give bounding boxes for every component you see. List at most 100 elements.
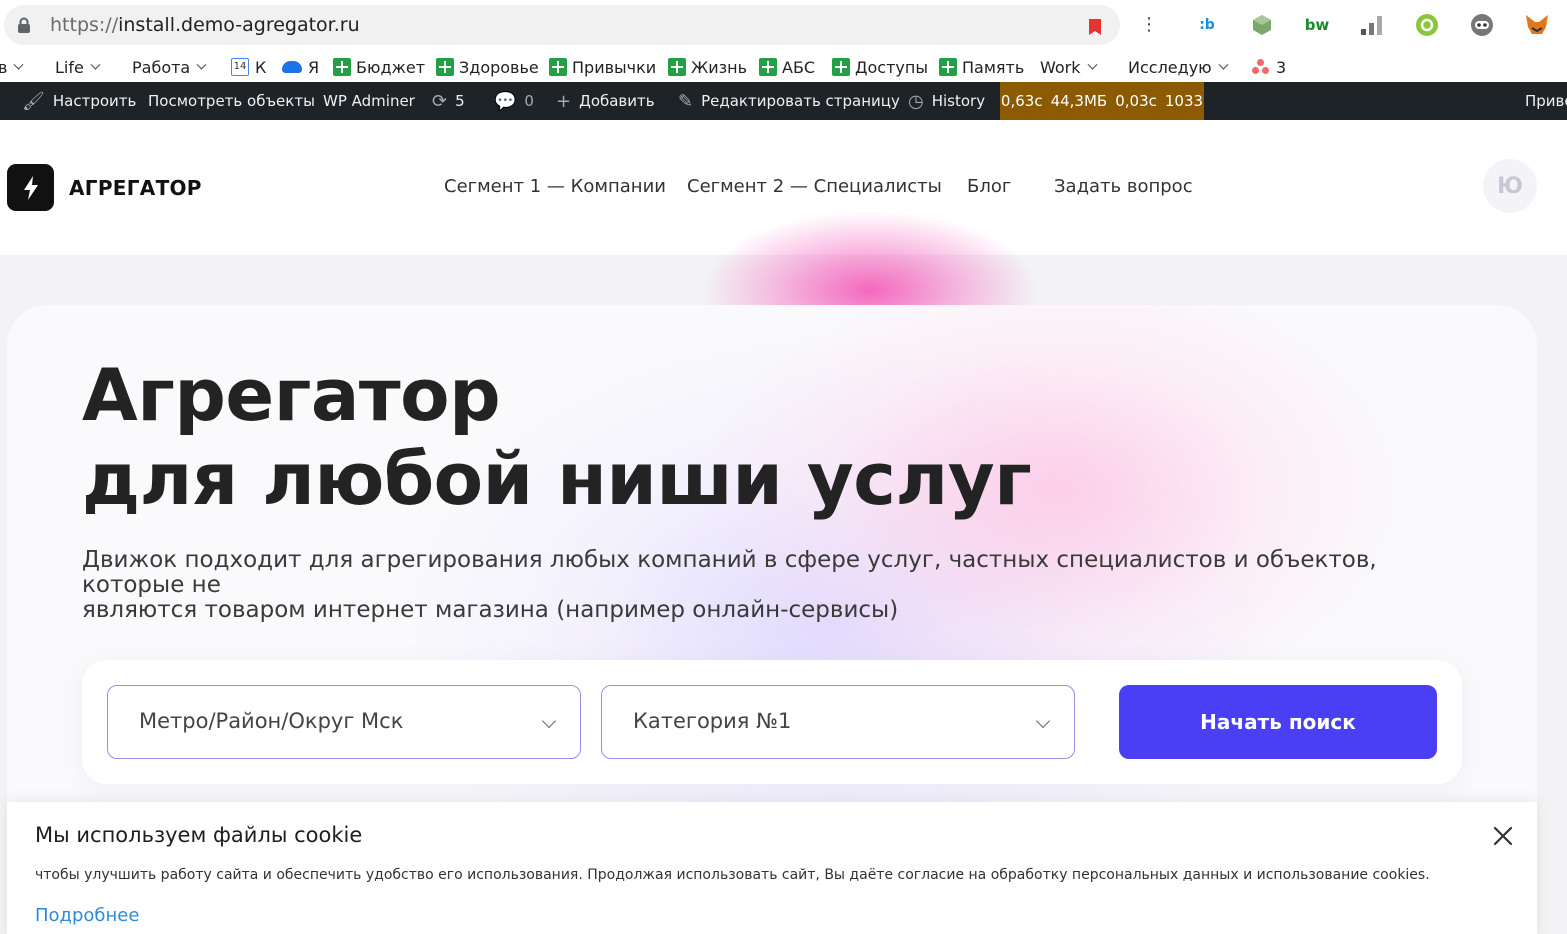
fox-extension-icon[interactable] <box>1524 12 1550 38</box>
brush-icon: 🖌 <box>22 90 45 112</box>
wp-adminer[interactable]: WP Adminer <box>323 82 415 120</box>
wp-add-new[interactable]: + Добавить <box>556 82 655 120</box>
wp-updates[interactable]: ⟳ 5 <box>432 82 465 120</box>
bookmark-label: 3 <box>1276 57 1287 77</box>
asana-icon <box>1252 59 1270 75</box>
signal-bars-extension-icon[interactable] <box>1359 12 1385 38</box>
url-text[interactable]: https://install.demo-agregator.ru <box>50 14 360 36</box>
lightning-icon <box>23 175 38 200</box>
nav-ask-question[interactable]: Задать вопрос <box>1054 176 1193 197</box>
bookmark-folder-rabota[interactable]: Работа <box>132 56 207 78</box>
search-panel: Метро/Район/Округ Мск Категория №1 Начат… <box>82 660 1462 784</box>
browser-toolbar: https://install.demo-agregator.ru ⋮ :b b… <box>0 0 1567 50</box>
bookmark-health[interactable]: Здоровье <box>436 56 539 78</box>
start-search-button[interactable]: Начать поиск <box>1119 685 1437 759</box>
bookmark-icon[interactable] <box>1088 18 1102 36</box>
perf-queries: 1033 <box>1164 92 1204 110</box>
green-plus-icon <box>549 58 567 76</box>
wp-greeting-label: Приве <box>1525 92 1567 110</box>
wp-customize[interactable]: 🖌 Настроить <box>22 82 136 120</box>
bookmark-label: Здоровье <box>459 57 539 77</box>
bookmark-access[interactable]: Доступы <box>832 56 928 78</box>
green-plus-icon <box>939 58 957 76</box>
query-monitor-stats[interactable]: 0,63с 44,3МБ 0,03с 1033 <box>1000 82 1204 120</box>
cookie-title: Мы используем файлы cookie <box>35 823 363 847</box>
bookmark-folder-research[interactable]: Исследую <box>1128 56 1229 78</box>
bookmark-label: АБС <box>782 57 816 77</box>
green-cube-extension-icon[interactable] <box>1249 12 1275 38</box>
comment-icon: 💬 <box>494 90 517 112</box>
bookmark-ya[interactable]: Я <box>282 56 319 78</box>
bookmark-folder-work[interactable]: Work <box>1040 56 1097 78</box>
bookmark-label: К <box>255 57 267 77</box>
wp-view-objects-label: Посмотреть объекты <box>148 92 315 110</box>
logo-text[interactable]: АГРЕГАТОР <box>69 176 202 200</box>
bookmark-abs[interactable]: АБС <box>759 56 815 78</box>
chevron-down-icon <box>1035 713 1051 729</box>
wp-add-label: Добавить <box>579 92 655 110</box>
cloud-icon <box>282 61 302 73</box>
bookmark-life-ru[interactable]: Жизнь <box>668 56 747 78</box>
wp-account-greeting[interactable]: Приве <box>1525 82 1567 120</box>
bookmark-label: Work <box>1040 57 1081 77</box>
bookmark-three[interactable]: 3 <box>1252 56 1286 78</box>
location-select[interactable]: Метро/Район/Округ Мск <box>107 685 581 759</box>
bookmark-label: Я <box>308 57 320 77</box>
bookmark-folder-life[interactable]: Life <box>55 56 101 78</box>
cookie-text: чтобы улучшить работу сайта и обеспечить… <box>35 867 1430 883</box>
chevron-down-icon <box>13 59 24 70</box>
green-plus-icon <box>333 58 351 76</box>
bookmark-habits[interactable]: Привычки <box>549 56 656 78</box>
robot-extension-icon[interactable] <box>1469 12 1495 38</box>
cookie-more-link[interactable]: Подробнее <box>35 905 139 926</box>
chevron-down-icon <box>1087 59 1097 70</box>
bookmark-budget[interactable]: Бюджет <box>333 56 425 78</box>
hero-subtitle-line-1: Движок подходит для агрегирования любых … <box>82 547 1377 598</box>
category-select[interactable]: Категория №1 <box>601 685 1075 759</box>
wp-customize-label: Настроить <box>52 92 137 110</box>
green-plus-icon <box>668 58 686 76</box>
more-menu-icon[interactable]: ⋮ <box>1140 14 1158 36</box>
bookmark-label: Жизнь <box>691 57 748 77</box>
lock-icon <box>18 17 30 33</box>
hero-title: Агрегатор для любой ниши услуг <box>82 353 1032 521</box>
hero-subtitle: Движок подходит для агрегирования любых … <box>82 548 1482 623</box>
bookmark-folder-partial[interactable]: в <box>0 56 24 78</box>
wp-view-objects[interactable]: Посмотреть объекты <box>148 82 315 120</box>
avatar[interactable]: Ю <box>1483 159 1537 213</box>
hero-subtitle-line-2: являются товаром интернет магазина (напр… <box>82 597 899 623</box>
logo-mark[interactable] <box>7 164 54 211</box>
bookmark-label: Работа <box>132 57 191 77</box>
wp-adminer-label: WP Adminer <box>323 92 415 110</box>
blue-b-extension-icon[interactable]: :b <box>1194 12 1220 38</box>
nav-blog[interactable]: Блог <box>967 176 1011 197</box>
nav-segment-2[interactable]: Сегмент 2 — Специалисты <box>687 176 942 197</box>
wp-edit-page[interactable]: ✎ Редактировать страницу <box>678 82 900 120</box>
chevron-down-icon <box>90 59 101 70</box>
url-protocol: https:// <box>50 14 119 36</box>
perf-query-time: 0,03с <box>1115 92 1157 110</box>
wp-history[interactable]: ◷ History <box>908 82 985 120</box>
pencil-icon: ✎ <box>678 90 694 112</box>
bookmark-label: Память <box>962 57 1025 77</box>
bookmark-label: в <box>0 57 8 77</box>
green-plus-icon <box>759 58 777 76</box>
green-plus-icon <box>436 58 454 76</box>
nav-segment-1[interactable]: Сегмент 1 — Компании <box>444 176 666 197</box>
history-icon: ◷ <box>908 90 924 112</box>
bw-extension-icon[interactable]: bw <box>1304 12 1330 38</box>
bookmark-memory[interactable]: Память <box>939 56 1024 78</box>
perf-memory: 44,3МБ <box>1050 92 1108 110</box>
wp-comments-count: 0 <box>524 92 534 110</box>
cookie-banner: Мы используем файлы cookie чтобы улучшит… <box>7 802 1537 934</box>
address-bar[interactable]: https://install.demo-agregator.ru <box>4 5 1120 45</box>
close-icon[interactable] <box>1492 825 1514 847</box>
bookmark-k[interactable]: 14 К <box>231 56 266 78</box>
green-plus-icon <box>832 58 850 76</box>
location-select-value: Метро/Район/Округ Мск <box>139 709 404 733</box>
category-select-value: Категория №1 <box>633 709 792 733</box>
green-gear-extension-icon[interactable] <box>1414 12 1440 38</box>
wp-history-label: History <box>931 92 986 110</box>
wp-comments[interactable]: 💬 0 <box>494 82 534 120</box>
bookmark-label: Доступы <box>855 57 928 77</box>
